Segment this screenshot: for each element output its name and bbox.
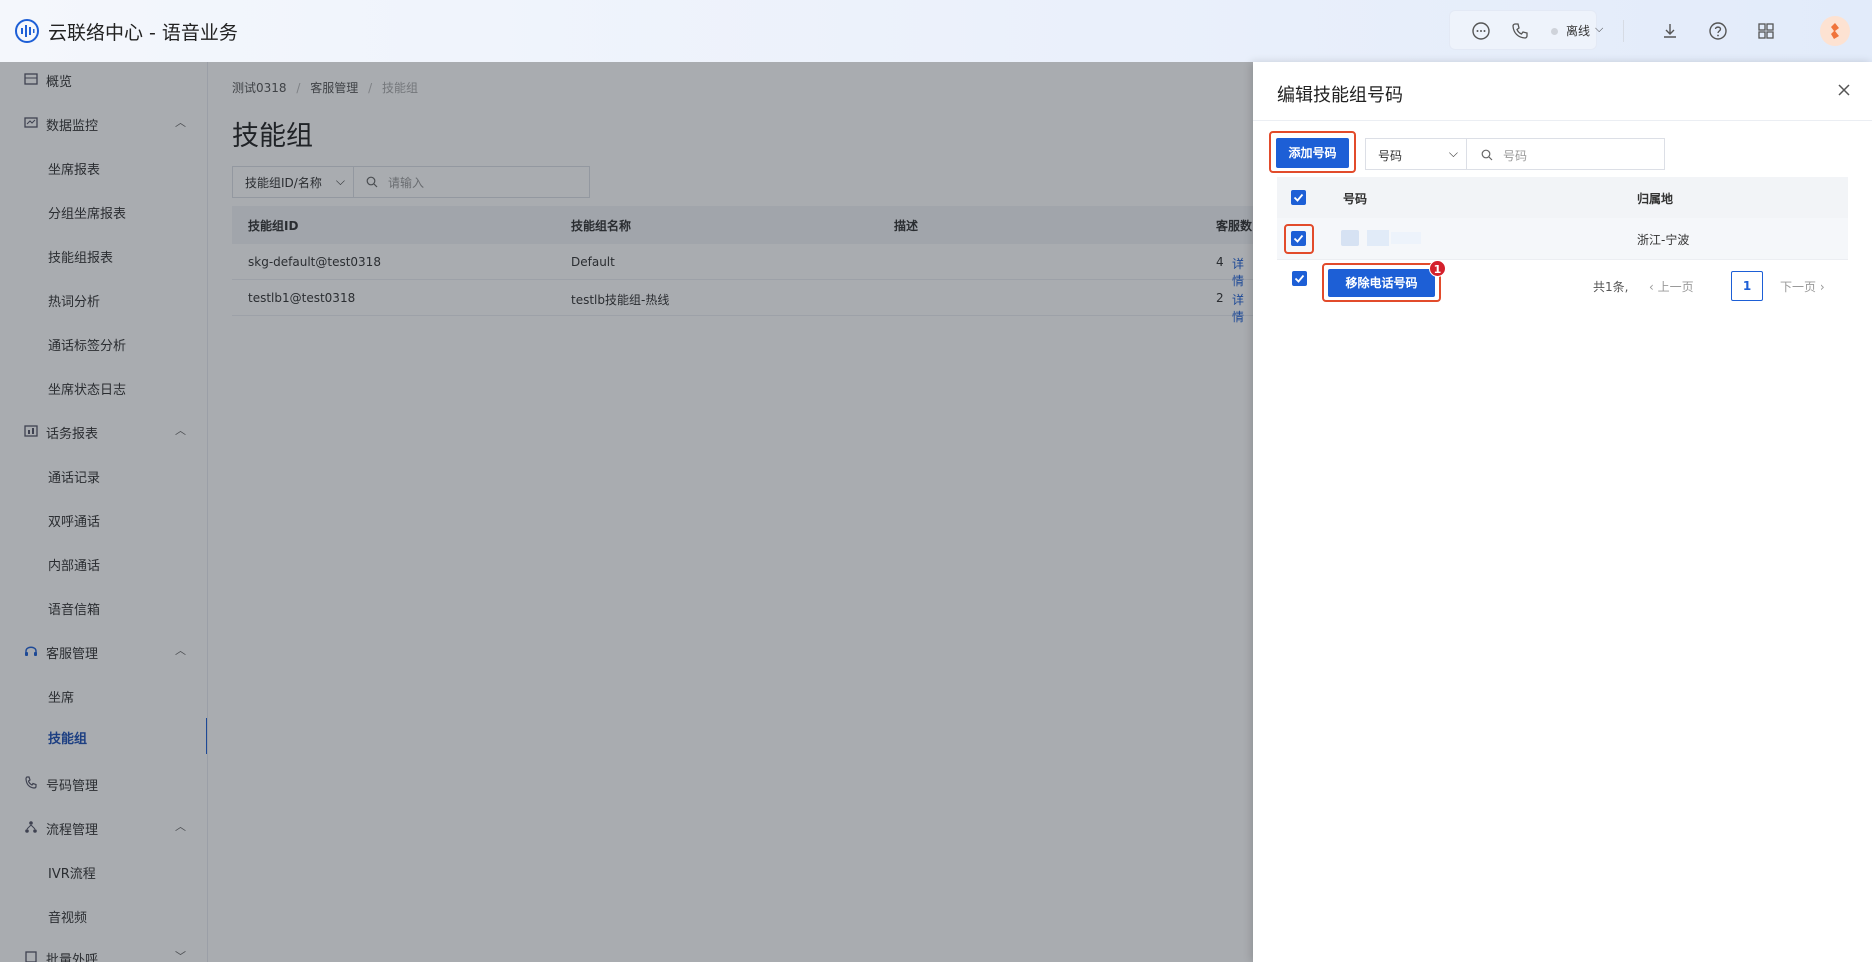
row-checkbox[interactable] <box>1291 231 1306 246</box>
pagination-current-page[interactable]: 1 <box>1731 271 1763 301</box>
pagination-total: 共1条, <box>1593 280 1629 294</box>
add-number-button[interactable]: 添加号码 <box>1276 138 1349 168</box>
number-search-input[interactable]: 号码 <box>1467 138 1665 170</box>
column-header: 号码 <box>1343 192 1368 206</box>
bottom-select-all-checkbox[interactable] <box>1292 271 1307 286</box>
redacted-number <box>1367 230 1389 246</box>
agent-status[interactable]: 离线 <box>1566 22 1590 39</box>
edit-number-drawer: 编辑技能组号码 添加号码 号码 ⌵ 号码 号码 归属地 浙江-宁波 移除电话号码… <box>1253 62 1872 962</box>
modal-overlay[interactable] <box>0 62 1253 962</box>
remove-number-button[interactable]: 移除电话号码 <box>1328 269 1435 297</box>
location-cell: 浙江-宁波 <box>1637 233 1690 247</box>
user-avatar[interactable] <box>1820 16 1850 46</box>
close-icon[interactable] <box>1836 82 1852 98</box>
search-icon <box>1481 149 1493 161</box>
chat-icon[interactable] <box>1470 20 1492 42</box>
header-divider <box>1623 20 1624 42</box>
download-icon[interactable] <box>1659 20 1681 42</box>
voice-logo-icon <box>15 19 39 43</box>
app-title: 云联络中心 - 语音业务 <box>48 22 238 44</box>
chevron-down-icon: ⌵ <box>1448 146 1458 160</box>
select-all-checkbox[interactable] <box>1291 190 1306 205</box>
status-dot-icon <box>1551 28 1558 35</box>
phone-call-icon[interactable] <box>1509 20 1531 42</box>
redacted-number <box>1341 230 1359 246</box>
drawer-title: 编辑技能组号码 <box>1277 85 1403 106</box>
apps-grid-icon[interactable] <box>1755 20 1777 42</box>
redacted-number <box>1391 232 1421 244</box>
table-header: 号码 归属地 <box>1277 177 1848 218</box>
chevron-down-icon[interactable]: ⌵ <box>1595 22 1603 36</box>
table-row: 浙江-宁波 <box>1277 218 1848 260</box>
drawer-divider <box>1253 120 1872 121</box>
column-header: 归属地 <box>1637 192 1674 206</box>
help-icon[interactable] <box>1707 20 1729 42</box>
top-header: 云联络中心 - 语音业务 离线 ⌵ <box>0 0 1872 62</box>
pagination-prev[interactable]: ‹ 上一页 <box>1649 278 1694 295</box>
search-field-select[interactable]: 号码 ⌵ <box>1365 138 1467 170</box>
selected-count-badge: 1 <box>1429 260 1446 277</box>
pagination-next[interactable]: 下一页 › <box>1780 278 1825 295</box>
